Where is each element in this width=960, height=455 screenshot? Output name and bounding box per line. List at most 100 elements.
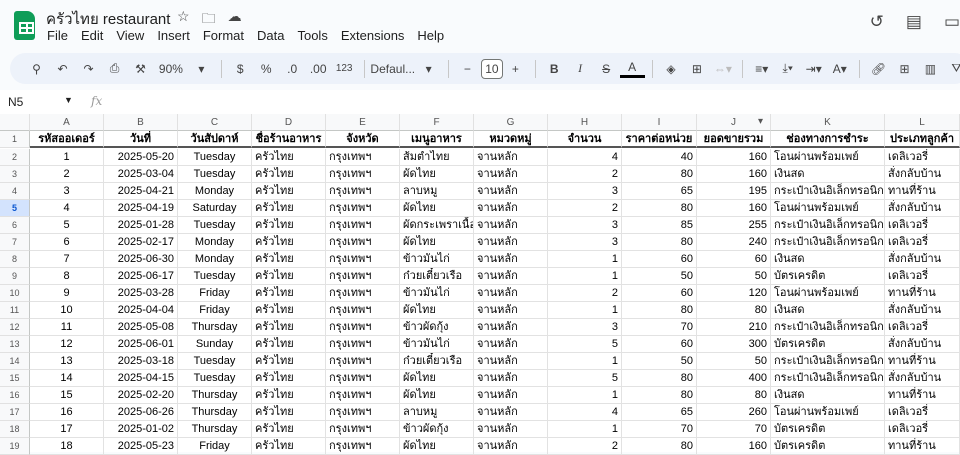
table-cell[interactable]: 2025-03-28 — [104, 285, 178, 302]
table-cell[interactable]: 16 — [30, 404, 104, 421]
table-cell[interactable]: 80 — [622, 438, 697, 455]
row-header-8[interactable]: 8 — [0, 251, 30, 268]
table-cell[interactable]: 5 — [548, 336, 622, 353]
table-cell[interactable]: ครัวไทย — [252, 285, 326, 302]
row-header-3[interactable]: 3 — [0, 166, 30, 183]
table-cell[interactable]: 60 — [622, 336, 697, 353]
table-cell[interactable]: 3 — [548, 234, 622, 251]
table-cell[interactable]: สั่งกลับบ้าน — [885, 166, 960, 183]
row-header-11[interactable]: 11 — [0, 302, 30, 319]
column-header-i[interactable]: I — [622, 114, 697, 131]
table-cell[interactable]: 2025-02-17 — [104, 234, 178, 251]
table-cell[interactable]: จานหลัก — [474, 234, 548, 251]
table-cell[interactable]: 7 — [30, 251, 104, 268]
row-header-17[interactable]: 17 — [0, 404, 30, 421]
table-cell[interactable]: ทานที่ร้าน — [885, 285, 960, 302]
table-cell[interactable]: Friday — [178, 438, 252, 455]
table-cell[interactable]: 1 — [548, 251, 622, 268]
table-cell[interactable]: ผัดไทย — [400, 200, 474, 217]
table-cell[interactable]: เงินสด — [771, 302, 885, 319]
table-cell[interactable]: 2025-03-18 — [104, 353, 178, 370]
table-cell[interactable]: 195 — [697, 183, 771, 200]
table-cell[interactable]: 13 — [30, 353, 104, 370]
table-cell[interactable]: กรุงเทพฯ — [326, 251, 400, 268]
column-header-a[interactable]: A — [30, 114, 104, 131]
table-cell[interactable]: เดลิเวอรี่ — [885, 319, 960, 336]
menu-view[interactable]: View — [116, 28, 144, 43]
table-cell[interactable]: โอนผ่านพร้อมเพย์ — [771, 404, 885, 421]
table-cell[interactable]: ข้าวมันไก่ — [400, 251, 474, 268]
chevron-down-icon[interactable]: ▼ — [64, 95, 73, 105]
table-cell[interactable]: Thursday — [178, 387, 252, 404]
table-cell[interactable]: ส้มตำไทย — [400, 149, 474, 166]
table-cell[interactable]: 17 — [30, 421, 104, 438]
table-cell[interactable]: จานหลัก — [474, 387, 548, 404]
table-cell[interactable]: เดลิเวอรี่ — [885, 404, 960, 421]
table-cell[interactable]: Tuesday — [178, 166, 252, 183]
table-cell[interactable]: 60 — [622, 251, 697, 268]
spreadsheet-grid[interactable]: A B C D E F G H I J K L 1 รหัสออเดอร์ วันที่ วันสัปดาห์… — [0, 114, 960, 455]
font-select[interactable]: Defaul... — [370, 57, 415, 81]
table-cell[interactable]: Saturday — [178, 200, 252, 217]
table-cell[interactable]: จานหลัก — [474, 319, 548, 336]
table-cell[interactable]: 160 — [697, 166, 771, 183]
row-header-4[interactable]: 4 — [0, 183, 30, 200]
column-header-f[interactable]: F — [400, 114, 474, 131]
table-cell[interactable]: 3 — [548, 319, 622, 336]
menu-data[interactable]: Data — [257, 28, 284, 43]
table-cell[interactable]: 5 — [30, 217, 104, 234]
table-cell[interactable]: 260 — [697, 404, 771, 421]
table-cell[interactable]: 80 — [622, 166, 697, 183]
table-cell[interactable]: จานหลัก — [474, 166, 548, 183]
table-cell[interactable]: ก๋วยเตี๋ยวเรือ — [400, 353, 474, 370]
table-cell[interactable]: Friday — [178, 285, 252, 302]
table-cell[interactable]: กรุงเทพฯ — [326, 149, 400, 166]
table-cell[interactable]: ผัดกระเพราเนื้อ — [400, 217, 474, 234]
table-cell[interactable]: บัตรเครดิต — [771, 336, 885, 353]
table-cell[interactable]: 4 — [548, 149, 622, 166]
header-cell[interactable]: วันที่ — [104, 131, 178, 148]
table-cell[interactable]: 50 — [697, 268, 771, 285]
comments-icon[interactable]: ▤ — [906, 12, 922, 32]
table-cell[interactable]: กระเป๋าเงินอิเล็กทรอนิกส์ — [771, 234, 885, 251]
table-cell[interactable]: 2 — [30, 166, 104, 183]
table-cell[interactable]: 1 — [30, 149, 104, 166]
table-cell[interactable]: 1 — [548, 387, 622, 404]
table-cell[interactable]: เดลิเวอรี่ — [885, 268, 960, 285]
table-cell[interactable]: 3 — [548, 217, 622, 234]
table-cell[interactable]: กระเป๋าเงินอิเล็กทรอนิกส์ — [771, 370, 885, 387]
table-cell[interactable]: 11 — [30, 319, 104, 336]
filter-icon[interactable]: ⛛ — [944, 57, 960, 81]
merge-cells-icon[interactable]: ⇔▾ — [710, 57, 735, 81]
table-cell[interactable]: 2025-06-30 — [104, 251, 178, 268]
number-format-button[interactable]: 123 — [332, 57, 357, 81]
table-cell[interactable]: ครัวไทย — [252, 166, 326, 183]
row-header-18[interactable]: 18 — [0, 421, 30, 438]
row-header-15[interactable]: 15 — [0, 370, 30, 387]
column-header-e[interactable]: E — [326, 114, 400, 131]
sheets-logo-icon[interactable] — [14, 11, 35, 40]
table-cell[interactable]: 18 — [30, 438, 104, 455]
table-cell[interactable]: Tuesday — [178, 370, 252, 387]
table-cell[interactable]: 400 — [697, 370, 771, 387]
table-cell[interactable]: 50 — [697, 353, 771, 370]
table-cell[interactable]: 2 — [548, 200, 622, 217]
table-cell[interactable]: ผัดไทย — [400, 370, 474, 387]
table-cell[interactable]: สั่งกลับบ้าน — [885, 302, 960, 319]
font-size-input[interactable]: 10 — [480, 58, 503, 79]
table-cell[interactable]: 60 — [622, 285, 697, 302]
fill-color-icon[interactable]: ◈ — [658, 57, 683, 81]
table-cell[interactable]: กรุงเทพฯ — [326, 353, 400, 370]
table-cell[interactable]: สั่งกลับบ้าน — [885, 370, 960, 387]
table-cell[interactable]: Tuesday — [178, 268, 252, 285]
table-cell[interactable]: 50 — [622, 353, 697, 370]
table-cell[interactable]: จานหลัก — [474, 268, 548, 285]
table-cell[interactable]: ข้าวมันไก่ — [400, 336, 474, 353]
table-cell[interactable]: ครัวไทย — [252, 200, 326, 217]
table-cell[interactable]: กรุงเทพฯ — [326, 319, 400, 336]
name-box[interactable]: N5 — [8, 95, 23, 109]
menu-edit[interactable]: Edit — [81, 28, 103, 43]
row-header-1[interactable]: 1 — [0, 131, 30, 148]
insert-chart-icon[interactable]: ▥ — [918, 57, 943, 81]
table-cell[interactable]: 210 — [697, 319, 771, 336]
